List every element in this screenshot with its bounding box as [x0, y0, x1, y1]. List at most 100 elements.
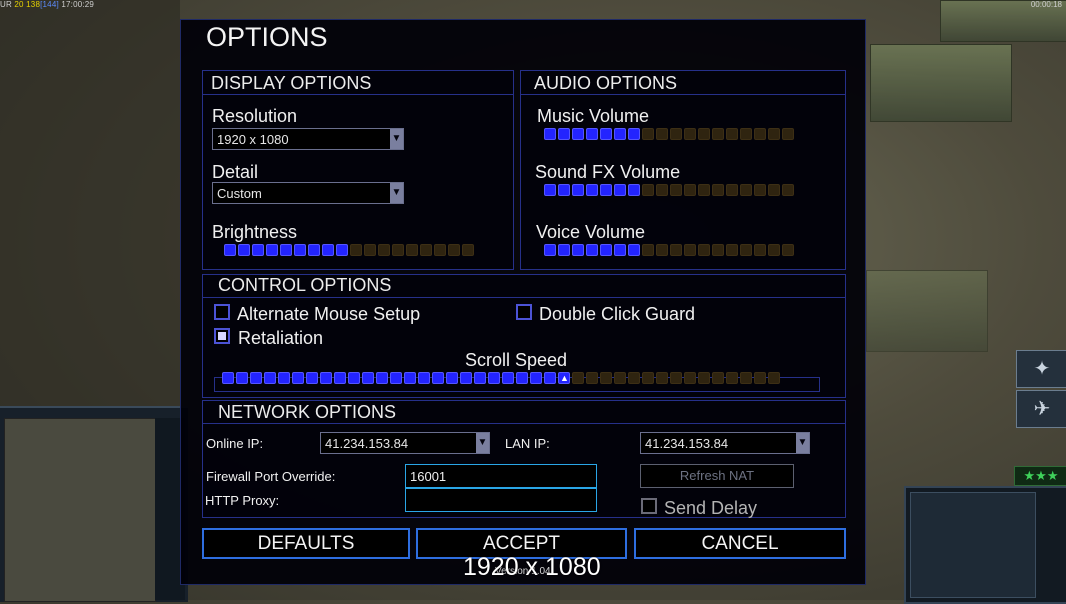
- slider-segment-empty[interactable]: [378, 244, 390, 256]
- slider-segment-empty[interactable]: [642, 184, 654, 196]
- slider-segment-filled[interactable]: [516, 372, 528, 384]
- alt-mouse-label[interactable]: Alternate Mouse Setup: [237, 304, 420, 325]
- slider-segment-empty[interactable]: [684, 244, 696, 256]
- slider-segment-filled[interactable]: [264, 372, 276, 384]
- send-delay-checkbox[interactable]: [641, 498, 657, 514]
- slider-segment-filled[interactable]: [488, 372, 500, 384]
- slider-segment-empty[interactable]: [698, 128, 710, 140]
- slider-segment-filled[interactable]: [544, 184, 556, 196]
- double-click-label[interactable]: Double Click Guard: [539, 304, 695, 325]
- slider-segment-empty[interactable]: [768, 128, 780, 140]
- online-ip-dropdown[interactable]: 41.234.153.84 ▼: [320, 432, 490, 454]
- slider-segment-filled[interactable]: [530, 372, 542, 384]
- slider-segment-filled[interactable]: [628, 244, 640, 256]
- slider-segment-empty[interactable]: [754, 372, 766, 384]
- brightness-slider[interactable]: [224, 244, 474, 256]
- slider-segment-filled[interactable]: [572, 244, 584, 256]
- slider-segment-filled[interactable]: [572, 184, 584, 196]
- slider-segment-filled[interactable]: [224, 244, 236, 256]
- slider-segment-empty[interactable]: [392, 244, 404, 256]
- alt-mouse-checkbox[interactable]: [214, 304, 230, 320]
- slider-segment-filled[interactable]: [544, 128, 556, 140]
- slider-segment-filled[interactable]: [306, 372, 318, 384]
- slider-segment-empty[interactable]: [698, 372, 710, 384]
- slider-segment-filled[interactable]: [558, 184, 570, 196]
- slider-segment-filled[interactable]: [586, 184, 598, 196]
- slider-segment-empty[interactable]: [656, 244, 668, 256]
- slider-segment-empty[interactable]: [656, 372, 668, 384]
- slider-segment-filled[interactable]: [238, 244, 250, 256]
- slider-segment-empty[interactable]: [670, 128, 682, 140]
- slider-segment-filled[interactable]: [600, 128, 612, 140]
- slider-segment-filled[interactable]: [614, 128, 626, 140]
- slider-segment-filled[interactable]: [586, 128, 598, 140]
- side-button-satellite[interactable]: ✦: [1016, 350, 1066, 388]
- slider-segment-filled[interactable]: [250, 372, 262, 384]
- defaults-button[interactable]: DEFAULTS: [202, 528, 410, 559]
- slider-segment-filled[interactable]: [252, 244, 264, 256]
- slider-segment-empty[interactable]: [754, 128, 766, 140]
- slider-segment-empty[interactable]: [684, 128, 696, 140]
- minimap[interactable]: [4, 418, 156, 602]
- slider-segment-empty[interactable]: [726, 372, 738, 384]
- slider-segment-filled[interactable]: [308, 244, 320, 256]
- slider-segment-empty[interactable]: [684, 372, 696, 384]
- chevron-down-icon[interactable]: ▼: [390, 129, 403, 149]
- slider-segment-filled[interactable]: [600, 184, 612, 196]
- slider-segment-empty[interactable]: [614, 372, 626, 384]
- slider-segment-empty[interactable]: [684, 184, 696, 196]
- side-button-unit[interactable]: ✈: [1016, 390, 1066, 428]
- slider-segment-filled[interactable]: [348, 372, 360, 384]
- slider-segment-empty[interactable]: [712, 184, 724, 196]
- slider-segment-empty[interactable]: [670, 184, 682, 196]
- slider-segment-empty[interactable]: [768, 372, 780, 384]
- lan-ip-dropdown[interactable]: 41.234.153.84 ▼: [640, 432, 810, 454]
- slider-segment-empty[interactable]: [628, 372, 640, 384]
- http-proxy-input[interactable]: [405, 488, 597, 512]
- slider-segment-filled[interactable]: [544, 372, 556, 384]
- slider-segment-filled[interactable]: [294, 244, 306, 256]
- slider-thumb[interactable]: [558, 372, 570, 384]
- slider-segment-filled[interactable]: [418, 372, 430, 384]
- firewall-port-input[interactable]: 16001: [405, 464, 597, 488]
- slider-segment-empty[interactable]: [782, 244, 794, 256]
- slider-segment-empty[interactable]: [586, 372, 598, 384]
- refresh-nat-button[interactable]: Refresh NAT: [640, 464, 794, 488]
- slider-segment-filled[interactable]: [432, 372, 444, 384]
- slider-segment-empty[interactable]: [420, 244, 432, 256]
- slider-segment-filled[interactable]: [446, 372, 458, 384]
- slider-segment-empty[interactable]: [572, 372, 584, 384]
- slider-segment-filled[interactable]: [390, 372, 402, 384]
- retaliation-label[interactable]: Retaliation: [238, 328, 323, 349]
- scroll-speed-slider[interactable]: [222, 372, 780, 384]
- slider-segment-filled[interactable]: [474, 372, 486, 384]
- chevron-down-icon[interactable]: ▼: [796, 433, 809, 453]
- slider-segment-empty[interactable]: [600, 372, 612, 384]
- slider-segment-empty[interactable]: [768, 244, 780, 256]
- slider-segment-filled[interactable]: [292, 372, 304, 384]
- retaliation-checkbox[interactable]: [214, 328, 230, 344]
- slider-segment-filled[interactable]: [376, 372, 388, 384]
- slider-segment-empty[interactable]: [782, 128, 794, 140]
- slider-segment-filled[interactable]: [266, 244, 278, 256]
- slider-segment-filled[interactable]: [614, 244, 626, 256]
- slider-segment-filled[interactable]: [460, 372, 472, 384]
- slider-segment-filled[interactable]: [280, 244, 292, 256]
- slider-segment-empty[interactable]: [740, 184, 752, 196]
- slider-segment-empty[interactable]: [670, 244, 682, 256]
- detail-dropdown[interactable]: Custom ▼: [212, 182, 404, 204]
- slider-segment-empty[interactable]: [712, 244, 724, 256]
- slider-segment-empty[interactable]: [726, 184, 738, 196]
- slider-segment-empty[interactable]: [698, 244, 710, 256]
- slider-segment-filled[interactable]: [600, 244, 612, 256]
- slider-segment-empty[interactable]: [754, 184, 766, 196]
- slider-segment-filled[interactable]: [572, 128, 584, 140]
- slider-segment-filled[interactable]: [586, 244, 598, 256]
- slider-segment-empty[interactable]: [642, 244, 654, 256]
- slider-segment-filled[interactable]: [558, 128, 570, 140]
- slider-segment-empty[interactable]: [698, 184, 710, 196]
- slider-segment-empty[interactable]: [712, 372, 724, 384]
- slider-segment-empty[interactable]: [434, 244, 446, 256]
- slider-segment-filled[interactable]: [404, 372, 416, 384]
- slider-segment-filled[interactable]: [614, 184, 626, 196]
